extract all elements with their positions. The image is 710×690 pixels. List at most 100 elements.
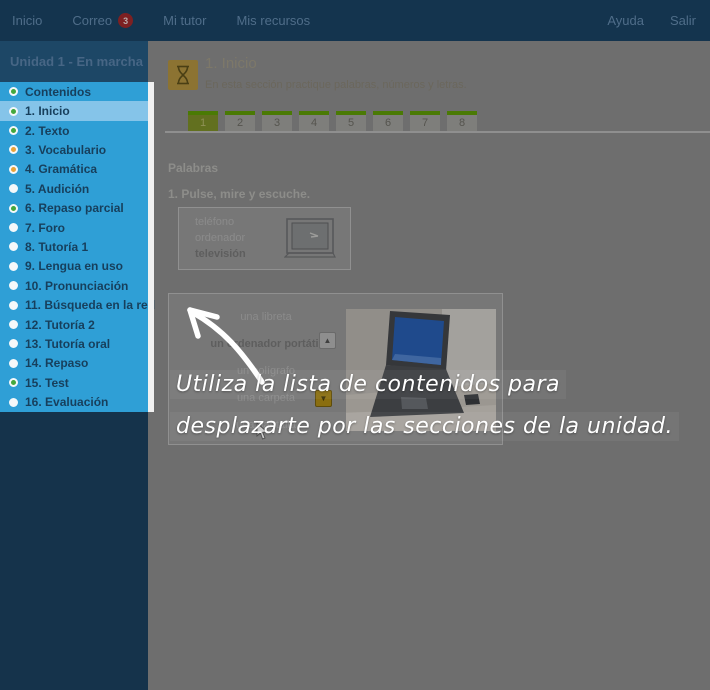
sidebar-item-label: 5. Audición xyxy=(25,182,89,196)
sidebar-item-label: 16. Evaluación xyxy=(25,395,108,409)
word-label: teléfono xyxy=(195,216,234,228)
spotlight-border xyxy=(148,82,154,412)
status-dot-icon xyxy=(9,320,18,329)
sidebar-item[interactable]: 2. Texto xyxy=(0,121,148,140)
nav-item[interactable]: Ayuda xyxy=(581,13,644,28)
status-dot-icon xyxy=(9,184,18,193)
status-dot-icon xyxy=(9,204,18,213)
sidebar-item-label: 7. Foro xyxy=(25,221,65,235)
lesson-content: 1. Inicio En esta sección practique pala… xyxy=(148,41,710,690)
mail-count-badge: 3 xyxy=(118,13,133,28)
status-dot-icon xyxy=(9,107,18,116)
sidebar-item[interactable]: 8. Tutoría 1 xyxy=(0,237,148,256)
top-nav-right: Ayuda Salir xyxy=(581,13,710,28)
page-tab[interactable]: 6 xyxy=(373,111,403,131)
tabs-divider xyxy=(165,131,710,133)
section-title: 1. Inicio xyxy=(205,55,257,72)
page-tab[interactable]: 7 xyxy=(410,111,440,131)
sidebar-item-label: 2. Texto xyxy=(25,124,69,138)
status-dot-icon xyxy=(9,145,18,154)
status-dot-icon xyxy=(9,223,18,232)
sidebar-item[interactable]: 14. Repaso xyxy=(0,354,148,373)
page-tab-label: 8 xyxy=(459,117,465,129)
page-tab[interactable]: 5 xyxy=(336,111,366,131)
sidebar-item-label: 9. Lengua en uso xyxy=(25,259,123,273)
sidebar-item[interactable]: 1. Inicio xyxy=(0,101,148,120)
page-tab[interactable]: 4 xyxy=(299,111,329,131)
sidebar-item[interactable]: 15. Test xyxy=(0,373,148,392)
sidebar-item[interactable]: Contenidos xyxy=(0,82,148,101)
page-tab-label: 4 xyxy=(311,117,317,129)
sidebar-item[interactable]: 4. Gramática xyxy=(0,160,148,179)
unit-sidebar: Unidad 1 - En marcha Contenidos 1. Inici… xyxy=(0,41,148,690)
status-dot-icon xyxy=(9,301,18,310)
page-tab-label: 1 xyxy=(200,117,206,129)
page-tab-label: 6 xyxy=(385,117,391,129)
page-tab-label: 7 xyxy=(422,117,428,129)
sidebar-item[interactable]: 13. Tutoría oral xyxy=(0,334,148,353)
sidebar-item[interactable]: 16. Evaluación xyxy=(0,393,148,412)
page-tab[interactable]: 3 xyxy=(262,111,292,131)
unit-title: Unidad 1 - En marcha xyxy=(0,41,148,82)
mouse-cursor-icon xyxy=(255,422,269,440)
status-dot-icon xyxy=(9,87,18,96)
status-dot-icon xyxy=(9,281,18,290)
sidebar-item-label: 11. Búsqueda en la red xyxy=(25,298,155,312)
status-dot-icon xyxy=(9,126,18,135)
page-tabs: 1 2 3 4 5 6 7 8 xyxy=(188,111,477,131)
word-label: un bolígrafo xyxy=(237,365,295,377)
word-option[interactable]: una libreta xyxy=(187,304,345,331)
section-subtitle: En esta sección practique palabras, núme… xyxy=(205,79,467,91)
page-tab[interactable]: 1 xyxy=(188,111,218,131)
word-option[interactable]: televisión xyxy=(195,246,246,262)
status-dot-icon xyxy=(9,359,18,368)
word-label: un ordenador portátil xyxy=(210,338,321,350)
sidebar-item[interactable]: 7. Foro xyxy=(0,218,148,237)
sidebar-item-label: 15. Test xyxy=(25,376,69,390)
laptop-photo xyxy=(346,309,496,431)
nav-item[interactable]: Mi tutor xyxy=(163,13,222,28)
sidebar-item-label: Contenidos xyxy=(25,85,91,99)
exercise-box-2: una libreta un ordenador portátil un bol… xyxy=(168,293,503,445)
nav-item[interactable]: Mis recursos xyxy=(236,13,326,28)
word-list-1: teléfono ordenador televisión xyxy=(195,214,246,262)
hourglass-icon xyxy=(168,60,198,90)
sidebar-item[interactable]: 10. Pronunciación xyxy=(0,276,148,295)
sidebar-item[interactable]: 9. Lengua en uso xyxy=(0,257,148,276)
sidebar-item-label: 3. Vocabulario xyxy=(25,143,106,157)
page-tab[interactable]: 2 xyxy=(225,111,255,131)
sidebar-item-label: 1. Inicio xyxy=(25,104,70,118)
sidebar-item[interactable]: 3. Vocabulario xyxy=(0,140,148,159)
sidebar-item[interactable]: 5. Audición xyxy=(0,179,148,198)
word-label: televisión xyxy=(195,248,246,260)
sidebar-item-label: 6. Repaso parcial xyxy=(25,201,124,215)
word-option[interactable]: un bolígrafo xyxy=(187,358,345,385)
topic-label: Palabras xyxy=(168,161,218,175)
sidebar-item-label: 12. Tutoría 2 xyxy=(25,318,95,332)
contents-list: Contenidos 1. Inicio 2. Texto 3. Vocabul… xyxy=(0,82,148,412)
status-dot-icon xyxy=(9,165,18,174)
page-tab[interactable]: 8 xyxy=(447,111,477,131)
status-dot-icon xyxy=(9,398,18,407)
scroll-up-button[interactable]: ▲ xyxy=(319,332,336,349)
scroll-down-button[interactable]: ▼ xyxy=(315,390,332,407)
word-option[interactable]: teléfono xyxy=(195,214,246,230)
nav-item[interactable]: Salir xyxy=(644,13,696,28)
page-tab-label: 5 xyxy=(348,117,354,129)
word-option[interactable]: ordenador xyxy=(195,230,246,246)
top-nav: Inicio Correo 3 Mi tutor Mis recursos Ay… xyxy=(0,0,710,41)
sidebar-item[interactable]: 12. Tutoría 2 xyxy=(0,315,148,334)
nav-item-label: Correo xyxy=(72,13,112,28)
word-label: ordenador xyxy=(195,232,245,244)
sidebar-item[interactable]: 11. Búsqueda en la red xyxy=(0,295,148,314)
status-dot-icon xyxy=(9,242,18,251)
nav-item[interactable]: Correo 3 xyxy=(72,13,149,28)
up-arrow-icon: ▲ xyxy=(324,336,332,345)
sidebar-item-label: 4. Gramática xyxy=(25,162,97,176)
word-label: una carpeta xyxy=(237,392,295,404)
page-tab-label: 3 xyxy=(274,117,280,129)
sidebar-item[interactable]: 6. Repaso parcial xyxy=(0,198,148,217)
sidebar-item-label: 8. Tutoría 1 xyxy=(25,240,88,254)
word-list-2: una libreta un ordenador portátil un bol… xyxy=(187,304,345,439)
nav-item[interactable]: Inicio xyxy=(12,13,58,28)
